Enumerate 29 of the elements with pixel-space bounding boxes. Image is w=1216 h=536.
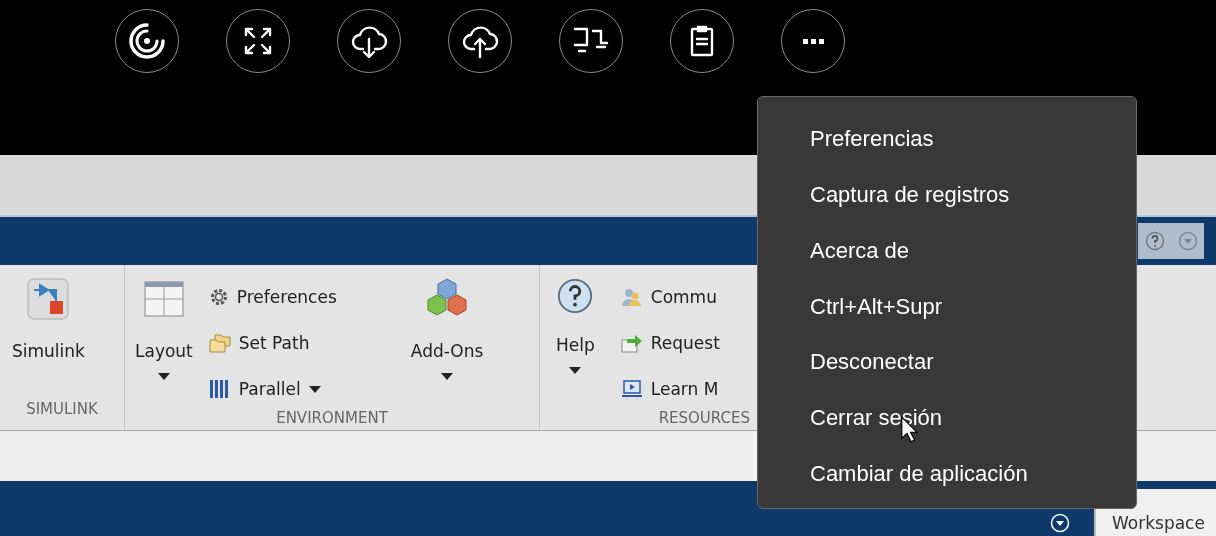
link-button[interactable]: Commu bbox=[618, 277, 749, 317]
help-button[interactable]: Help bbox=[552, 273, 599, 409]
simulink-button[interactable]: Simulink bbox=[8, 273, 89, 400]
menu-item[interactable]: Acerca de bbox=[758, 228, 910, 285]
menu-item[interactable]: Desconectar bbox=[758, 340, 934, 397]
menu-item[interactable]: Preferencias bbox=[758, 117, 934, 173]
link-button[interactable]: Request bbox=[618, 323, 749, 363]
toolbar-button[interactable]: Preferences bbox=[206, 277, 397, 317]
arrow-document-icon bbox=[620, 333, 643, 353]
simulink-block-icon bbox=[26, 277, 71, 321]
gear-icon bbox=[208, 287, 229, 307]
help-icon[interactable] bbox=[1144, 231, 1165, 251]
people-icon bbox=[620, 287, 643, 307]
link-button[interactable]: Learn M bbox=[618, 369, 749, 409]
help-icon bbox=[556, 277, 595, 315]
section-label: RESOURCES bbox=[657, 409, 750, 429]
menu-item[interactable]: Ctrl+Alt+Supr bbox=[758, 284, 943, 341]
menu-item[interactable]: Cerrar sesión bbox=[758, 396, 943, 453]
section-label: ENVIRONMENT bbox=[275, 409, 389, 429]
laptop-icon bbox=[620, 379, 643, 399]
add-ons-button[interactable]: Add-Ons bbox=[406, 273, 488, 409]
section-label: SIMULINK bbox=[25, 400, 99, 420]
toolbar-button[interactable]: Set Path bbox=[206, 323, 397, 363]
toolbar-button[interactable]: Parallel bbox=[206, 369, 397, 409]
menu-item[interactable]: Cambiar de aplicación bbox=[758, 452, 1028, 508]
parallel-bars-icon bbox=[208, 379, 231, 399]
layout-button[interactable]: Layout bbox=[131, 273, 197, 409]
folders-icon bbox=[208, 333, 231, 353]
menu-item[interactable]: Captura de registros bbox=[758, 172, 1010, 229]
